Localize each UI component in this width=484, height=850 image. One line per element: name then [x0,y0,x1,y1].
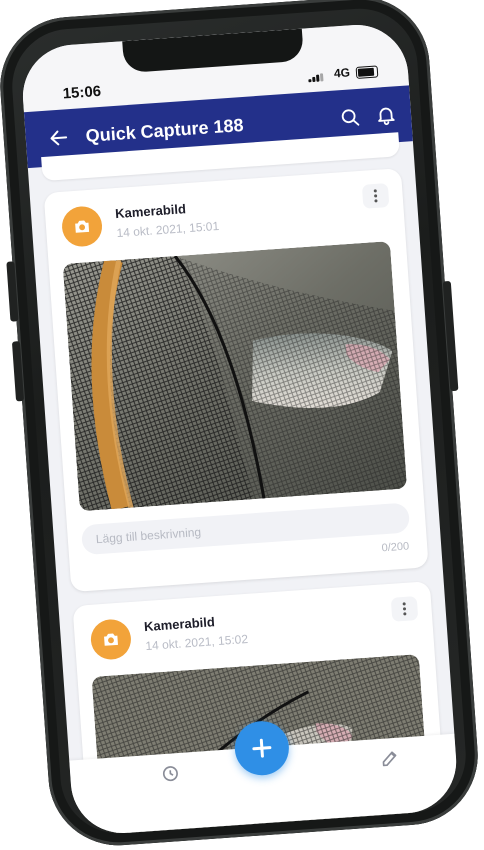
battery-icon [355,65,379,79]
capture-card[interactable]: Kamerabild 14 okt. 2021, 15:01 Lägg till… [43,168,429,593]
phone-screen: 15:06 4G Quick Capture 188 Kamerabild 14… [19,21,460,837]
more-vertical-icon [373,189,378,203]
camera-icon [104,633,118,646]
network-type: 4G [333,65,351,81]
power-button [442,280,459,392]
capture-photo[interactable] [62,241,408,512]
signal-icon [308,73,324,83]
more-options-button[interactable] [390,596,419,622]
more-options-button[interactable] [361,183,390,209]
edit-icon[interactable] [379,748,400,769]
capture-title: Kamerabild [114,201,187,222]
character-count: 0/200 [381,540,410,555]
camera-avatar [89,618,133,661]
capture-date: 14 okt. 2021, 15:01 [116,218,220,241]
status-time: 15:06 [62,82,102,103]
volume-up-button [6,261,19,322]
bell-icon[interactable] [374,103,397,126]
camera-icon [75,220,90,233]
search-icon[interactable] [338,106,361,129]
description-input[interactable]: Lägg till beskrivning [80,502,411,556]
capture-title: Kamerabild [143,614,216,635]
capture-date: 14 okt. 2021, 15:02 [144,631,249,654]
camera-avatar [60,205,104,248]
history-icon[interactable] [160,763,181,784]
phone-device: 15:06 4G Quick Capture 188 Kamerabild 14… [0,0,483,850]
arrow-left-icon[interactable] [47,126,70,149]
fish-in-net-image [62,241,408,512]
plus-icon [252,738,272,758]
more-vertical-icon [402,602,407,616]
volume-down-button [11,341,25,402]
